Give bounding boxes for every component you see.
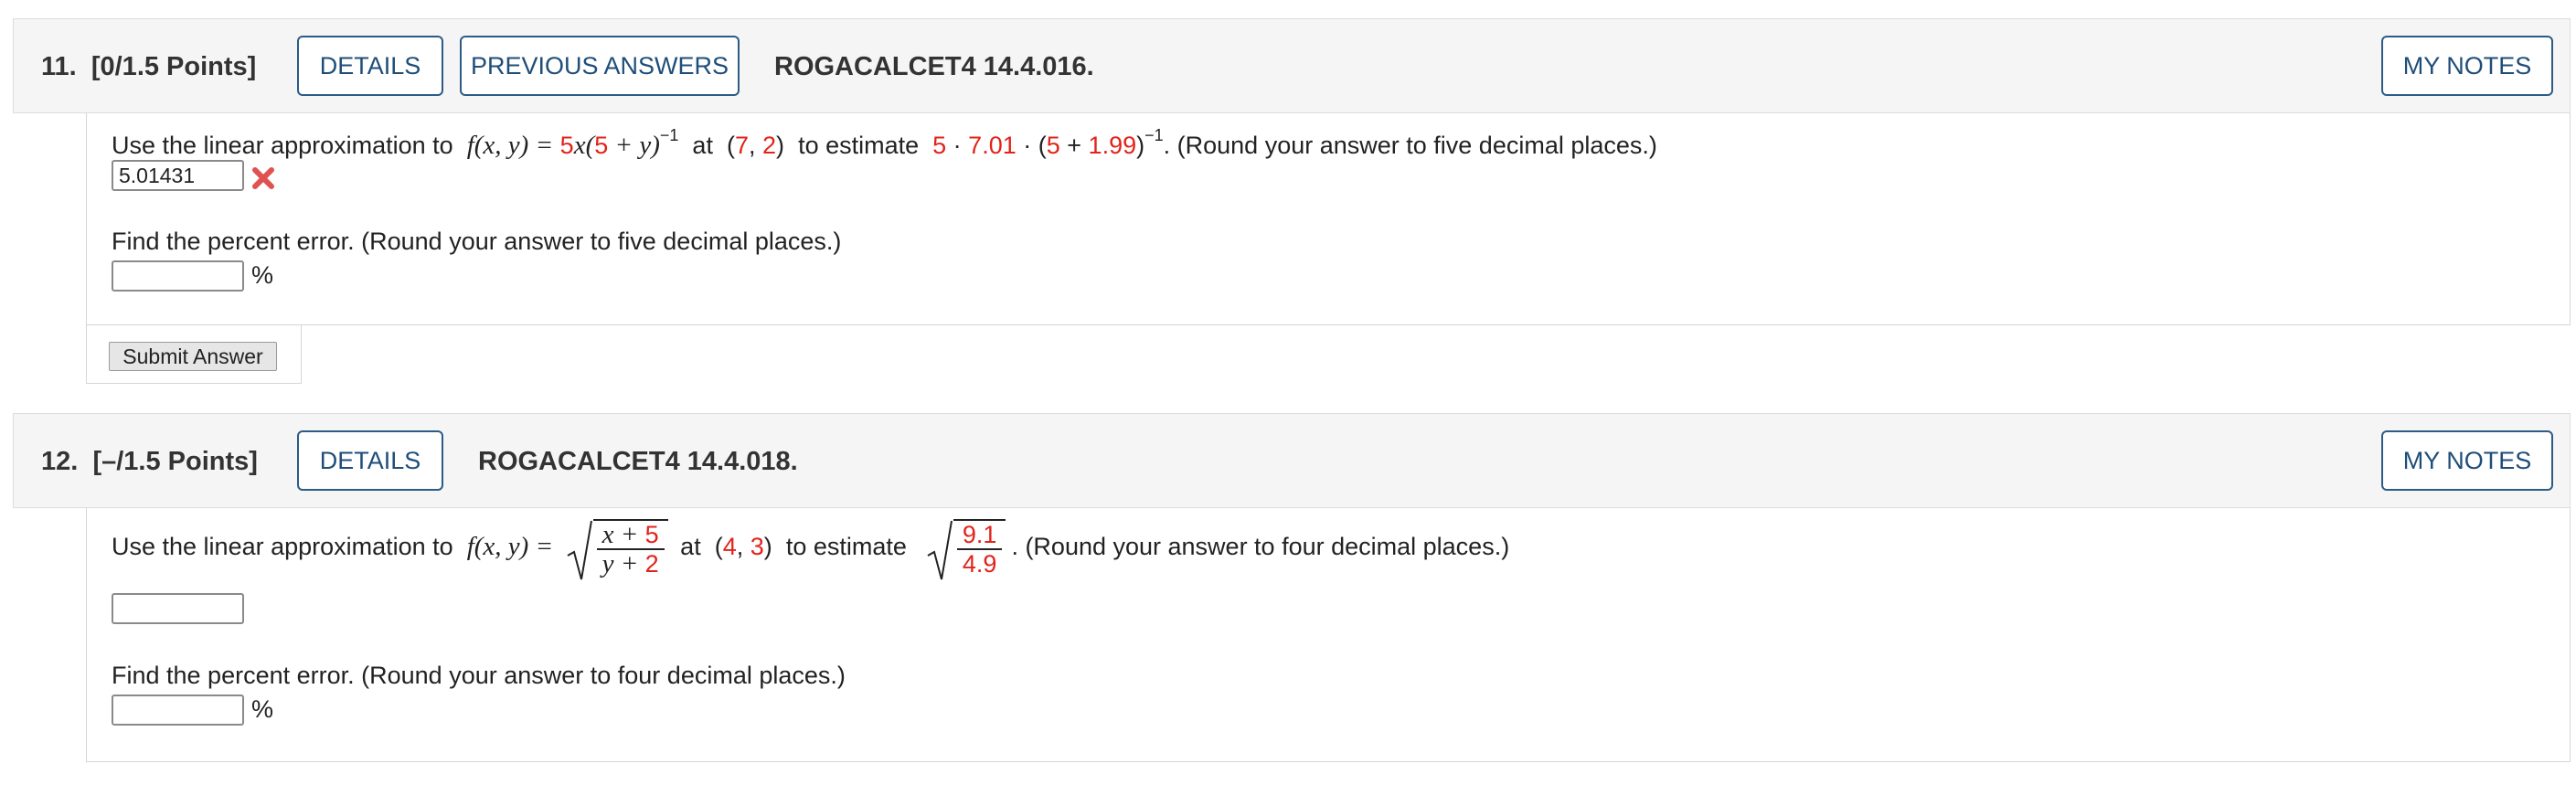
question-12-number: 12. [–/1.5 Points]	[41, 447, 258, 476]
question-12-percent-sign: %	[251, 695, 274, 723]
question-12-answer-input[interactable]	[112, 593, 244, 624]
question-11-previous-answers-button[interactable]: PREVIOUS ANSWERS	[460, 36, 740, 96]
question-11-details-button[interactable]: DETAILS	[297, 36, 443, 96]
question-12-code: ROGACALCET4 14.4.018.	[478, 447, 798, 476]
question-12-estimate-radical: 9.1 4.9	[926, 519, 1006, 580]
question-11-code: ROGACALCET4 14.4.016.	[774, 52, 1094, 81]
question-11-header: 11. [0/1.5 Points] DETAILS PREVIOUS ANSW…	[13, 18, 2571, 113]
question-11-prompt: Use the linear approximation to f(x, y) …	[112, 126, 1657, 160]
question-11-my-notes-button[interactable]: MY NOTES	[2381, 36, 2553, 96]
question-11-percent-error-input[interactable]	[112, 260, 244, 292]
question-12-function-radical: x + 5 y + 2	[566, 519, 668, 580]
question-12-header: 12. [–/1.5 Points] DETAILS ROGACALCET4 1…	[13, 413, 2571, 508]
question-11-error-prompt: Find the percent error. (Round your answ…	[112, 228, 842, 255]
close-icon	[250, 165, 276, 191]
question-12-my-notes-button[interactable]: MY NOTES	[2381, 430, 2553, 491]
question-11-percent-sign: %	[251, 261, 274, 289]
question-12-error-prompt: Find the percent error. (Round your answ…	[112, 662, 846, 689]
question-12-prompt: Use the linear approximation to f(x, y) …	[112, 519, 1510, 580]
question-11-answer-input[interactable]: 5.01431	[112, 160, 244, 191]
question-11-number: 11. [0/1.5 Points]	[41, 52, 257, 81]
question-12-percent-error-input[interactable]	[112, 695, 244, 726]
question-12-details-button[interactable]: DETAILS	[297, 430, 443, 491]
submit-answer-button[interactable]: Submit Answer	[109, 342, 277, 371]
